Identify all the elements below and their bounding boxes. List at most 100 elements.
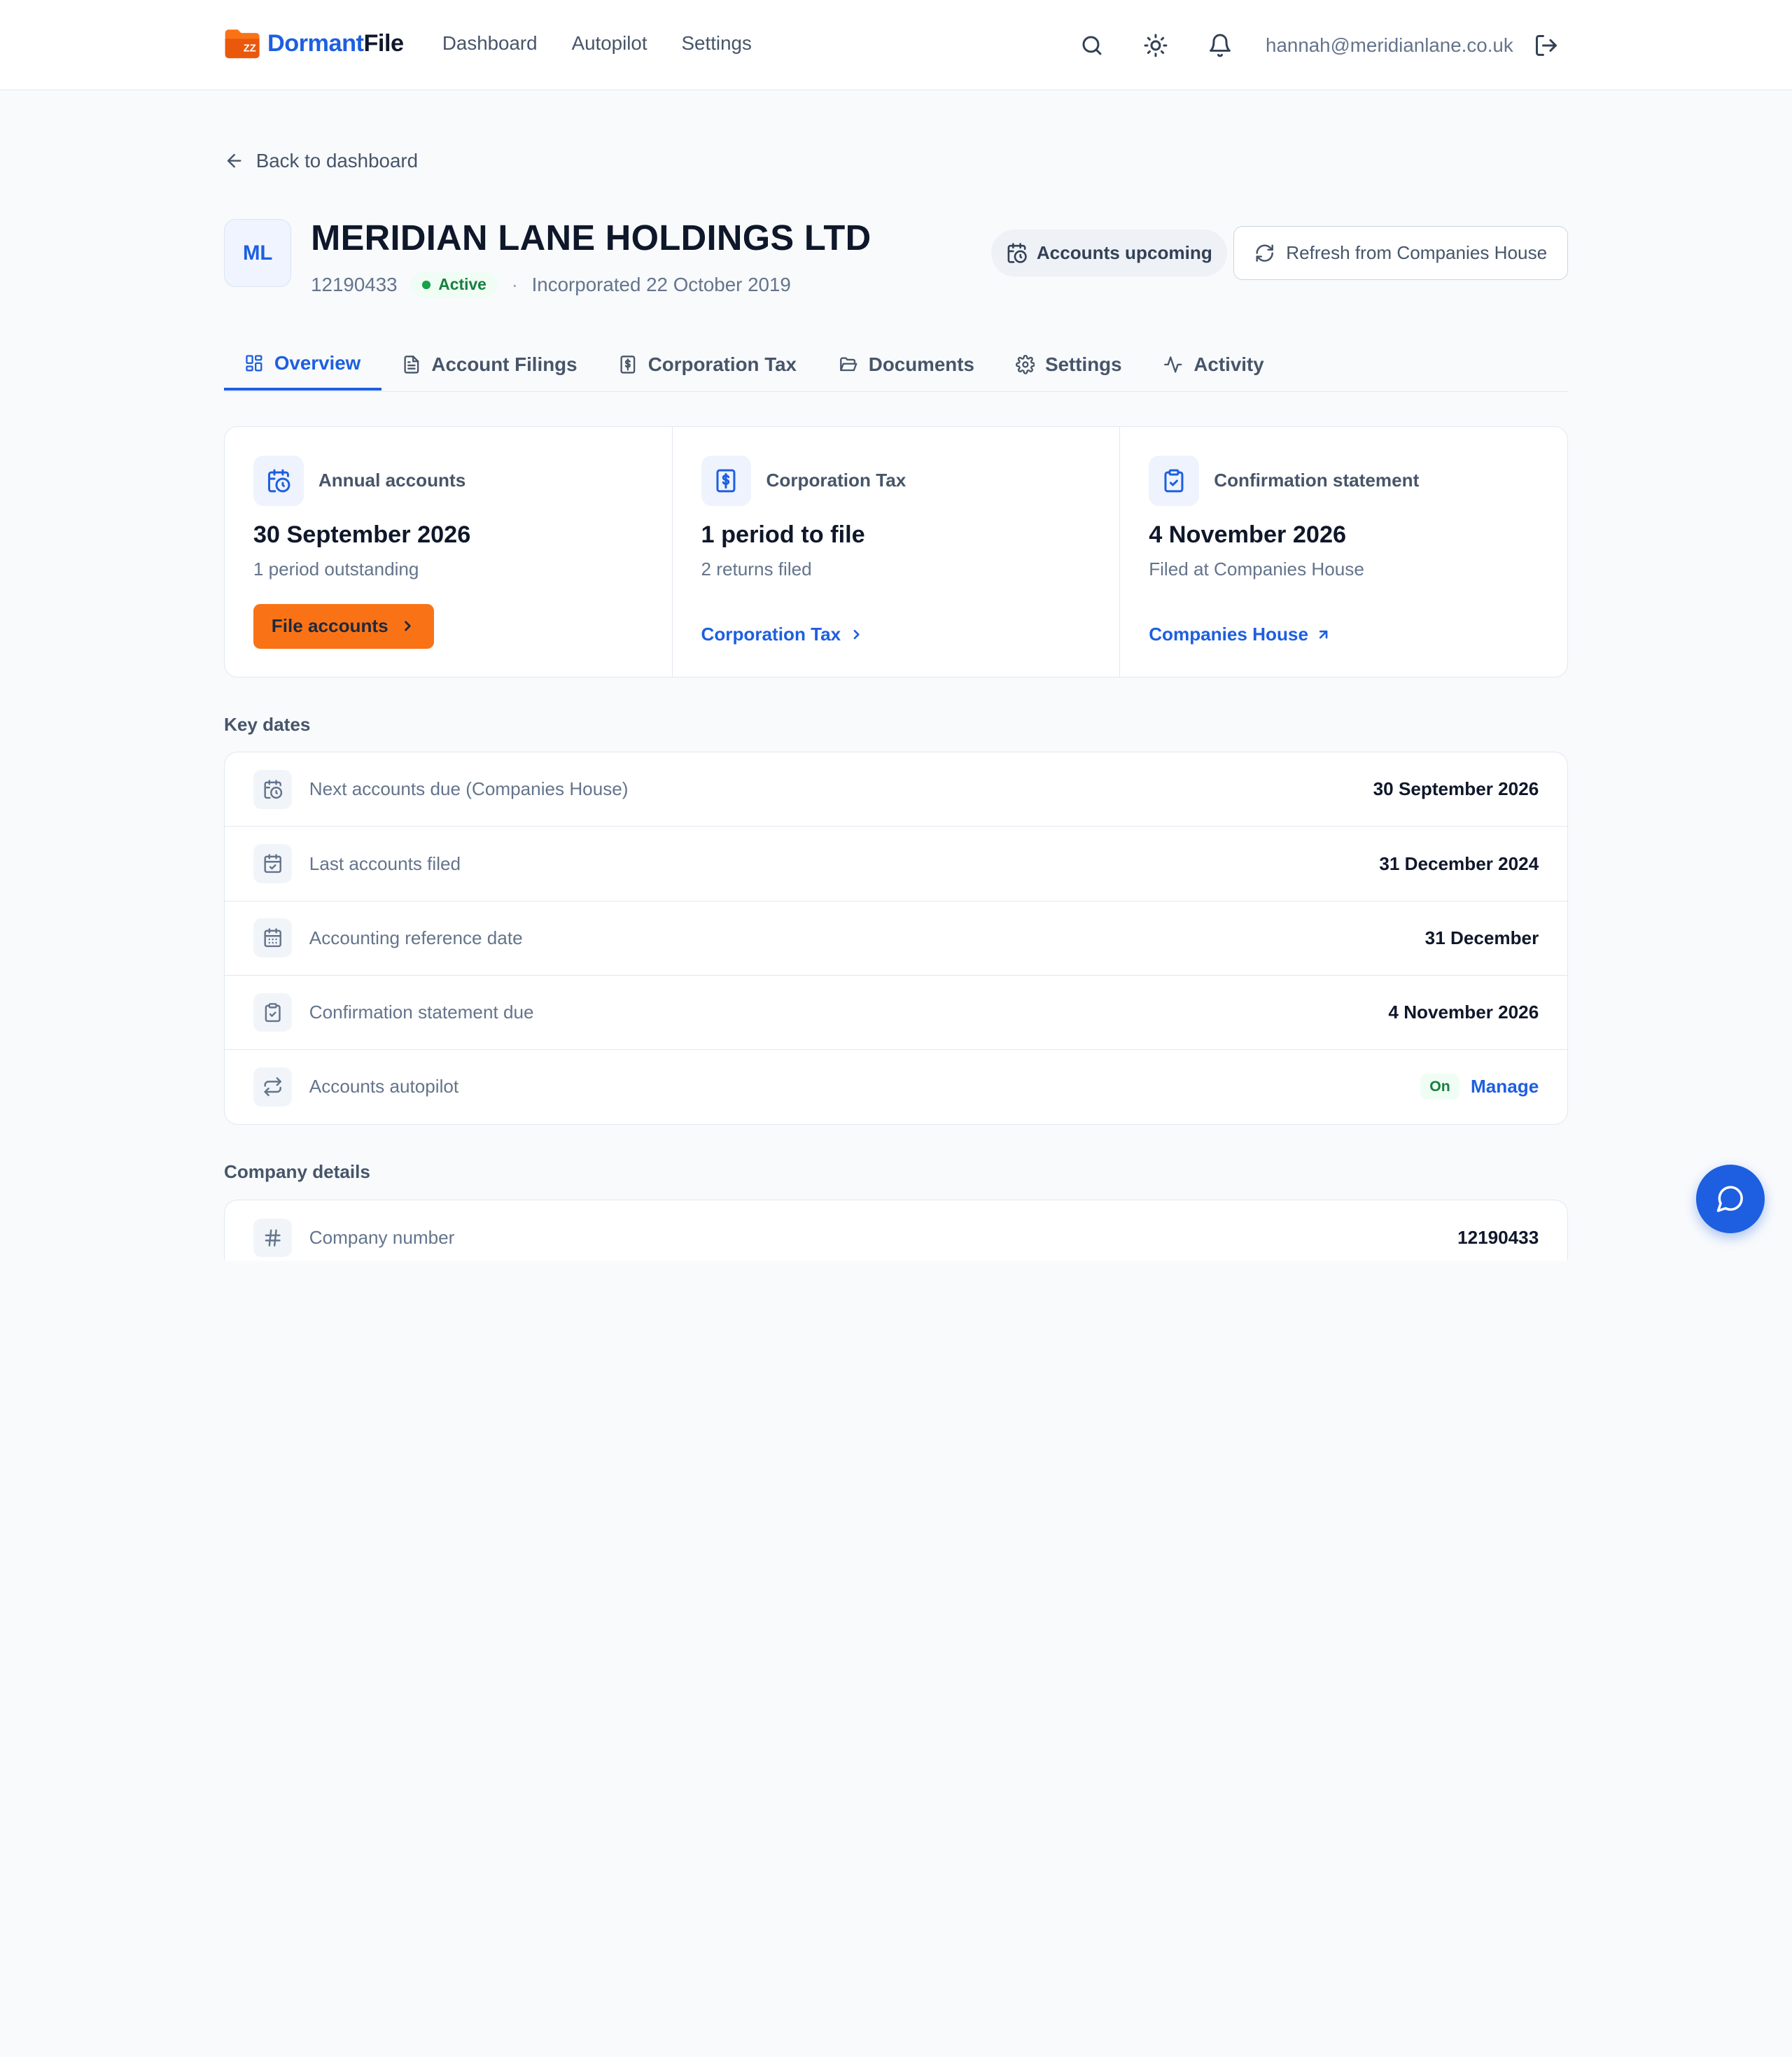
file-accounts-button[interactable]: File accounts (253, 604, 434, 649)
company-avatar: ML (224, 219, 292, 287)
corporation-tax-card: Corporation Tax 1 period to file 2 retur… (673, 426, 1121, 678)
external-arrow-icon (1320, 630, 1328, 639)
tab-documents-label: Documents (868, 353, 974, 375)
file-text-icon (404, 356, 419, 374)
arrow-left-icon (227, 154, 241, 168)
refresh-from-companies-house-button[interactable]: Refresh from Companies House (1233, 226, 1569, 280)
tab-corporation-tax-label: Corporation Tax (648, 353, 797, 375)
chevron-right-icon (405, 621, 411, 632)
companies-house-link-label: Companies House (1149, 623, 1308, 645)
nav-autopilot[interactable]: Autopilot (572, 32, 648, 55)
brand-name-part2: File (363, 29, 404, 57)
list-item: Confirmation statement due 4 November 20… (225, 976, 1568, 1050)
bell-icon[interactable] (1203, 29, 1237, 63)
list-item: Next accounts due (Companies House) 30 S… (225, 752, 1568, 827)
calendar-clock-icon (1007, 243, 1027, 263)
incorporated-date: Incorporated 22 October 2019 (531, 273, 791, 295)
corporation-tax-link-label: Corporation Tax (701, 623, 841, 645)
company-meta: 12190433 Active · Incorporated 22 Octobe… (311, 272, 791, 298)
calendar-check-icon (253, 844, 293, 883)
calendar-icon (253, 918, 293, 957)
chevron-right-icon (853, 629, 860, 639)
search-icon[interactable] (1074, 29, 1109, 63)
back-to-dashboard-link[interactable]: Back to dashboard (224, 150, 418, 172)
tab-activity[interactable]: Activity (1142, 338, 1284, 391)
key-dates-list: Next accounts due (Companies House) 30 S… (224, 752, 1569, 1125)
tab-overview[interactable]: Overview (224, 338, 382, 391)
list-item: Accounting reference date 31 December (225, 901, 1568, 976)
key-dates-title: Key dates (224, 714, 311, 736)
list-item: Last accounts filed 31 December 2024 (225, 827, 1568, 901)
folder-logo-icon: ZZ (225, 29, 260, 59)
status-badge: Active (411, 272, 498, 298)
receipt-icon (701, 455, 752, 506)
list-item: Company number 12190433 (225, 1200, 1567, 1261)
nav-settings[interactable]: Settings (682, 32, 752, 55)
key-date-label: Last accounts filed (309, 852, 461, 874)
sun-icon[interactable] (1139, 29, 1173, 63)
message-circle-icon (1716, 1186, 1743, 1213)
folder-open-icon (839, 357, 858, 372)
corporation-tax-label: Corporation Tax (766, 470, 906, 491)
gear-icon (1015, 354, 1035, 374)
tab-settings[interactable]: Settings (995, 338, 1142, 391)
confirmation-statement-date: 4 November 2026 (1149, 521, 1347, 549)
logo-text: ZZ (244, 43, 256, 54)
chat-button[interactable] (1695, 1164, 1765, 1233)
company-tabs: Overview Account Filings Corporation Tax… (224, 338, 1569, 392)
status-dot-icon (422, 281, 430, 289)
calendar-clock-icon (253, 770, 293, 809)
brand-logo[interactable]: ZZ Dormant File (224, 27, 404, 59)
accounts-upcoming-badge: Accounts upcoming (990, 230, 1227, 277)
company-name: MERIDIAN LANE HOLDINGS LTD (311, 218, 872, 258)
clipboard-check-icon (253, 992, 293, 1032)
logout-icon[interactable] (1530, 29, 1564, 63)
company-details-list: Company number 12190433 (224, 1200, 1569, 1261)
nav-dashboard[interactable]: Dashboard (442, 32, 538, 55)
repeat-icon (253, 1067, 293, 1107)
corporation-tax-subtext: 2 returns filed (701, 558, 812, 580)
key-date-value: 31 December (1424, 927, 1539, 948)
annual-accounts-due-date: 30 September 2026 (253, 521, 471, 549)
key-date-value: 30 September 2026 (1373, 778, 1539, 800)
company-details-title: Company details (224, 1160, 370, 1182)
annual-accounts-card: Annual accounts 30 September 2026 1 peri… (225, 426, 673, 678)
corporation-tax-value: 1 period to file (701, 521, 865, 549)
autopilot-status-badge: On (1420, 1074, 1460, 1100)
top-right-controls: hannah@meridianlane.co.uk (1074, 27, 1563, 64)
main-nav: Dashboard Autopilot Settings (442, 32, 752, 55)
corporation-tax-link[interactable]: Corporation Tax (701, 624, 864, 645)
companies-house-link[interactable]: Companies House (1149, 624, 1331, 645)
separator-dot: · (511, 273, 519, 295)
tab-account-filings-label: Account Filings (431, 353, 578, 375)
clipboard-check-icon (1149, 455, 1200, 506)
detail-value: 12190433 (1457, 1226, 1539, 1248)
tab-settings-label: Settings (1045, 353, 1122, 375)
confirmation-statement-card: Confirmation statement 4 November 2026 F… (1120, 427, 1567, 677)
tab-overview-label: Overview (274, 351, 361, 374)
tab-activity-label: Activity (1194, 353, 1264, 375)
manage-autopilot-link[interactable]: Manage (1471, 1076, 1539, 1097)
annual-accounts-subtext: 1 period outstanding (253, 558, 419, 580)
tab-documents[interactable]: Documents (817, 338, 995, 391)
summary-cards: Annual accounts 30 September 2026 1 peri… (224, 426, 1569, 678)
key-date-label: Accounting reference date (309, 927, 523, 948)
brand-name-part1: Dormant (267, 29, 364, 57)
list-item: Accounts autopilot On Manage (225, 1050, 1567, 1124)
layout-grid-icon (246, 355, 262, 372)
key-date-label: Confirmation statement due (309, 1001, 534, 1023)
status-label: Active (438, 275, 486, 294)
tab-corporation-tax[interactable]: Corporation Tax (598, 338, 817, 391)
file-accounts-label: File accounts (271, 615, 388, 637)
hash-icon (253, 1218, 293, 1258)
key-date-value: 4 November 2026 (1388, 1001, 1539, 1023)
detail-label: Company number (309, 1226, 455, 1248)
activity-icon (1164, 356, 1182, 373)
confirmation-statement-subtext: Filed at Companies House (1149, 558, 1364, 580)
key-date-value: 31 December 2024 (1379, 852, 1539, 874)
key-date-label: Next accounts due (Companies House) (309, 778, 629, 800)
tab-account-filings[interactable]: Account Filings (382, 338, 598, 391)
user-email: hannah@meridianlane.co.uk (1266, 34, 1513, 57)
company-number: 12190433 (311, 273, 398, 295)
refresh-label: Refresh from Companies House (1286, 242, 1548, 264)
